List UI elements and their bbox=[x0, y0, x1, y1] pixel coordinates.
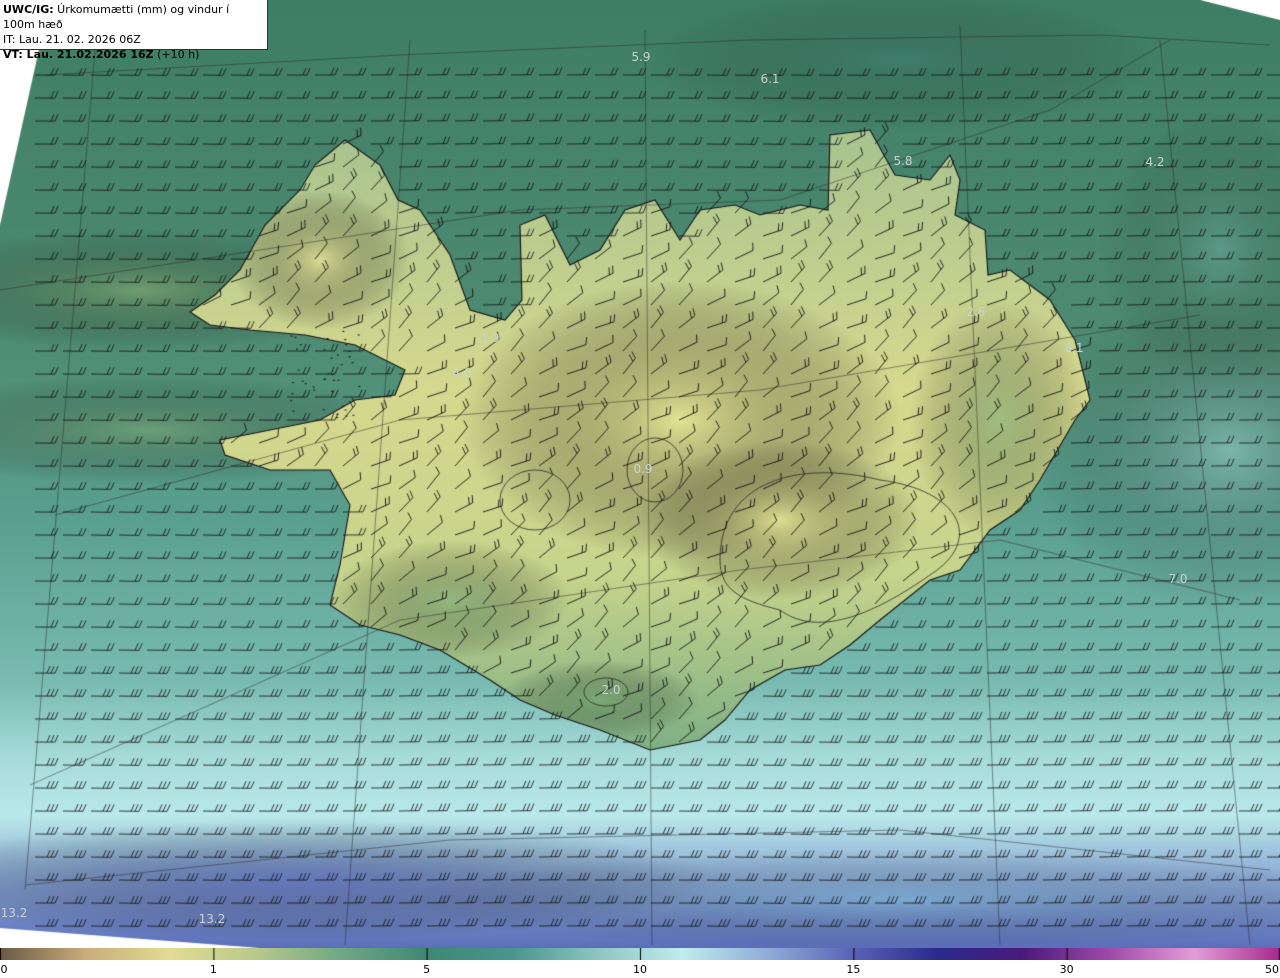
map-value-label: 6.1 bbox=[760, 72, 779, 86]
map-value-label: 2.0 bbox=[601, 683, 620, 697]
valid-time: VT: Lau. 21.02.2026 16Z (+10 h) bbox=[3, 47, 264, 62]
map-value-label: 5.8 bbox=[893, 154, 912, 168]
colorbar-tick-label: 15 bbox=[846, 963, 860, 976]
map-value-label: 4.0 bbox=[452, 366, 471, 380]
colorbar-tick-label: 5 bbox=[423, 963, 430, 976]
colorbar-tick-label: 30 bbox=[1060, 963, 1074, 976]
map-value-label: 6.1 bbox=[1064, 341, 1083, 355]
colorbar-tick-label: 10 bbox=[633, 963, 647, 976]
map-value-label: 5.9 bbox=[631, 50, 650, 64]
colorbar-tick-label: 0 bbox=[1, 963, 8, 976]
map-value-label: 0.9 bbox=[633, 462, 652, 476]
colorbar-tick-label: 50 bbox=[1265, 963, 1279, 976]
map-value-label: 13.2 bbox=[199, 912, 226, 926]
map-header: UWC/IG: Úrkomumætti (mm) og vindur í 100… bbox=[0, 0, 268, 50]
title-line: UWC/IG: Úrkomumætti (mm) og vindur í 100… bbox=[3, 2, 264, 32]
init-time: IT: Lau. 21. 02. 2026 06Z bbox=[3, 32, 264, 47]
map-value-label: 2.6 bbox=[966, 305, 985, 319]
colorbar-tick-label: 1 bbox=[210, 963, 217, 976]
map-value-label: 7.0 bbox=[1168, 572, 1187, 586]
map-value-label: 4.2 bbox=[1145, 155, 1164, 169]
map-value-label: 13.2 bbox=[1, 906, 28, 920]
map-value-label: 1.9 bbox=[480, 331, 499, 345]
colorbar bbox=[0, 948, 1280, 960]
